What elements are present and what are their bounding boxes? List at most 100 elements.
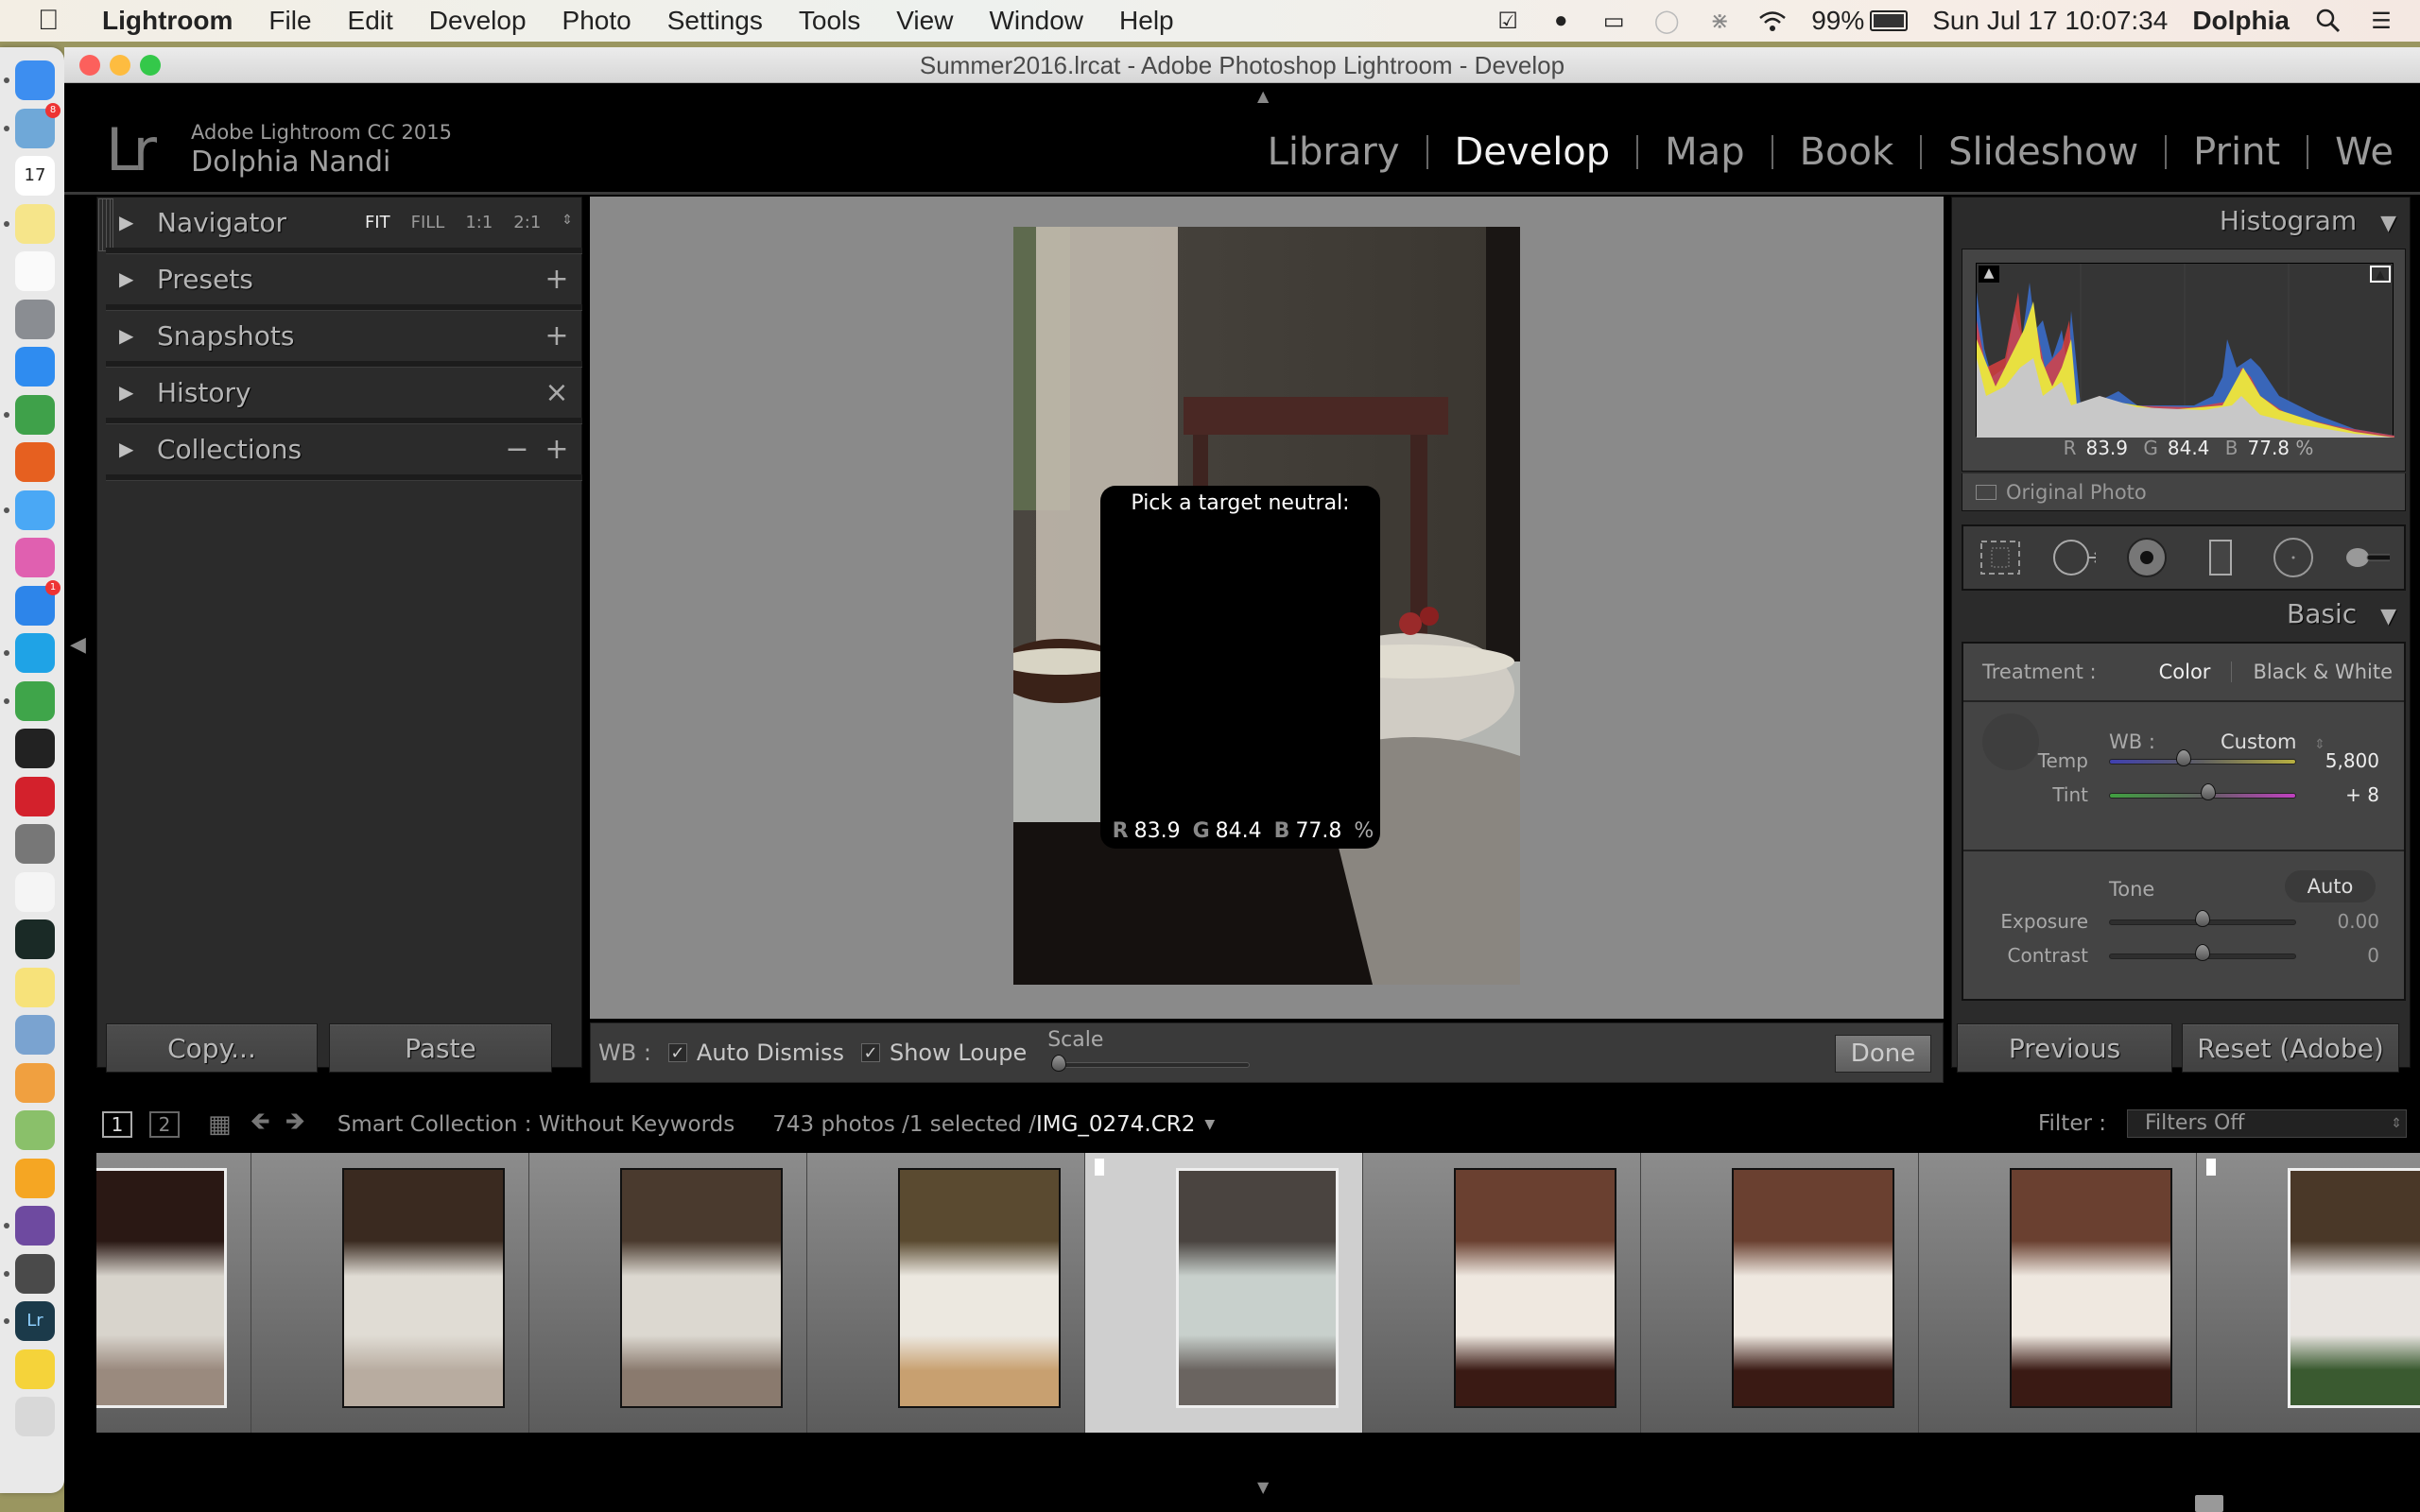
expand-triangle-icon[interactable]: ▶ bbox=[119, 211, 157, 233]
snapshots-panel-header[interactable]: ▶ Snapshots + bbox=[106, 310, 582, 367]
highlight-clipping-icon[interactable]: ▲ bbox=[2370, 266, 2391, 283]
contrast-value[interactable]: 0 bbox=[2367, 944, 2379, 967]
filmstrip-thumbnail[interactable] bbox=[2288, 1168, 2420, 1408]
dock-lightroom-icon[interactable]: Lr bbox=[15, 1301, 55, 1341]
zoom-2-1[interactable]: 2:1 bbox=[513, 213, 541, 232]
dock-finder-icon[interactable] bbox=[15, 60, 55, 100]
temp-slider-thumb[interactable] bbox=[2176, 749, 2192, 766]
temp-slider[interactable] bbox=[2109, 759, 2296, 765]
selected-filename[interactable]: IMG_0274.CR2 bbox=[1036, 1112, 1195, 1137]
menu-tools[interactable]: Tools bbox=[799, 6, 860, 36]
image-view[interactable]: Pick a target neutral: R 83.9 G 84.4 B 77.8… bbox=[590, 197, 1944, 1019]
filmstrip-cell[interactable] bbox=[2197, 1153, 2420, 1433]
dock-activity-monitor-icon[interactable] bbox=[15, 919, 55, 959]
treatment-color-option[interactable]: Color bbox=[2159, 661, 2211, 683]
dock-photos-icon[interactable] bbox=[15, 1062, 55, 1103]
spot-removal-icon[interactable] bbox=[2050, 535, 2097, 580]
scale-thumb[interactable] bbox=[1051, 1055, 1067, 1072]
app-menu[interactable]: Lightroom bbox=[102, 6, 233, 36]
minimize-window-button[interactable] bbox=[110, 55, 130, 76]
top-panel-collapse-icon[interactable]: ▲ bbox=[1257, 87, 1269, 105]
dock-mail-icon[interactable]: 8 bbox=[15, 102, 60, 148]
apple-menu-icon[interactable]:  bbox=[38, 5, 66, 37]
forward-arrow-icon[interactable]: 🡺 bbox=[285, 1104, 305, 1145]
dock-notes-icon[interactable] bbox=[15, 967, 55, 1007]
remove-collection-icon[interactable]: − bbox=[503, 433, 531, 466]
bottom-panel-collapse-icon[interactable]: ▼ bbox=[1257, 1478, 1269, 1496]
menu-file[interactable]: File bbox=[268, 6, 311, 36]
previous-button[interactable]: Previous bbox=[1957, 1023, 2172, 1073]
filmstrip-thumbnail[interactable] bbox=[1176, 1168, 1339, 1408]
graduated-filter-icon[interactable] bbox=[2198, 535, 2243, 580]
red-eye-icon[interactable] bbox=[2124, 535, 2169, 580]
reset-button[interactable]: Reset (Adobe) bbox=[2182, 1023, 2399, 1073]
evernote-icon[interactable]: ● bbox=[1547, 7, 1575, 35]
auto-tone-button[interactable]: Auto bbox=[2285, 870, 2376, 902]
secondary-window-button[interactable]: 2 bbox=[149, 1111, 180, 1138]
treatment-bw-option[interactable]: Black & White bbox=[2253, 661, 2393, 683]
filmstrip-cell[interactable] bbox=[251, 1153, 529, 1433]
menu-edit[interactable]: Edit bbox=[348, 6, 393, 36]
expand-triangle-icon[interactable]: ▶ bbox=[119, 438, 157, 460]
dock-terminal-icon[interactable] bbox=[15, 729, 55, 768]
dock-evernote-icon[interactable] bbox=[15, 680, 55, 721]
navigator-panel-header[interactable]: ▶ Navigator FIT FILL 1:1 2:1 ⇕ bbox=[106, 197, 582, 253]
adjustment-brush-icon[interactable] bbox=[2344, 535, 2391, 580]
wifi-icon[interactable] bbox=[1758, 7, 1787, 35]
filmstrip-cell[interactable] bbox=[807, 1153, 1085, 1433]
menu-help[interactable]: Help bbox=[1119, 6, 1174, 36]
zoom-1-1[interactable]: 1:1 bbox=[465, 213, 493, 232]
clear-history-icon[interactable]: × bbox=[543, 376, 571, 409]
dock-preview-icon[interactable] bbox=[15, 1015, 55, 1055]
filmstrip-thumbnail[interactable] bbox=[1732, 1168, 1894, 1408]
module-slideshow[interactable]: Slideshow bbox=[1922, 130, 2165, 174]
filmstrip-thumbnail[interactable] bbox=[96, 1168, 227, 1408]
back-arrow-icon[interactable]: 🡸 bbox=[251, 1104, 270, 1145]
dock-trash-icon[interactable] bbox=[15, 1397, 55, 1436]
dock-stickies-icon[interactable] bbox=[15, 203, 55, 244]
todo-check-icon[interactable]: ☑ bbox=[1494, 7, 1522, 35]
copy-settings-button[interactable]: Copy... bbox=[106, 1023, 318, 1073]
expand-triangle-icon[interactable]: ▶ bbox=[119, 267, 157, 290]
zoom-fill[interactable]: FILL bbox=[411, 213, 445, 232]
dock-chrome-icon[interactable] bbox=[15, 394, 55, 435]
filmstrip-thumbnail[interactable] bbox=[342, 1168, 505, 1408]
dock-skype-icon[interactable] bbox=[15, 633, 55, 673]
module-develop[interactable]: Develop bbox=[1428, 130, 1637, 174]
presets-panel-header[interactable]: ▶ Presets + bbox=[106, 253, 582, 310]
history-panel-header[interactable]: ▶ History × bbox=[106, 367, 582, 423]
left-panel-collapse-icon[interactable]: ◀ bbox=[70, 633, 86, 657]
zoom-fit[interactable]: FIT bbox=[365, 213, 390, 232]
dock-textedit-icon[interactable] bbox=[15, 871, 55, 912]
filmstrip-source[interactable]: Smart Collection : Without Keywords bbox=[337, 1112, 735, 1137]
exposure-value[interactable]: 0.00 bbox=[2337, 910, 2379, 933]
messages-icon[interactable]: ◯ bbox=[1652, 7, 1681, 35]
filmstrip-cell[interactable] bbox=[1919, 1153, 2197, 1433]
tint-value[interactable]: + 8 bbox=[2345, 783, 2379, 806]
spotlight-search-icon[interactable] bbox=[2314, 7, 2342, 35]
dock-app-store-icon[interactable]: 1 bbox=[15, 579, 60, 626]
bluetooth-icon[interactable]: ⋇ bbox=[1705, 7, 1734, 35]
battery-icon[interactable] bbox=[1870, 10, 1909, 31]
airplay-icon[interactable]: ▭ bbox=[1599, 7, 1628, 35]
dock-launchpad-icon[interactable] bbox=[15, 299, 55, 339]
flag-icon[interactable] bbox=[1095, 1159, 1104, 1176]
filename-dropdown-icon[interactable]: ▼ bbox=[1204, 1117, 1215, 1132]
menu-develop[interactable]: Develop bbox=[429, 6, 527, 36]
flag-icon[interactable] bbox=[2206, 1159, 2216, 1176]
zoom-window-button[interactable] bbox=[140, 55, 161, 76]
dock-safari-icon[interactable] bbox=[15, 347, 55, 387]
auto-dismiss-label[interactable]: Auto Dismiss bbox=[697, 1040, 844, 1066]
exposure-slider-thumb[interactable] bbox=[2195, 910, 2210, 927]
menu-window[interactable]: Window bbox=[989, 6, 1083, 36]
filmstrip-cell[interactable] bbox=[1641, 1153, 1919, 1433]
menu-view[interactable]: View bbox=[896, 6, 953, 36]
module-we[interactable]: We bbox=[2308, 130, 2420, 174]
auto-dismiss-checkbox[interactable]: ✓ bbox=[667, 1043, 687, 1063]
show-loupe-checkbox[interactable]: ✓ bbox=[860, 1043, 880, 1063]
show-loupe-label[interactable]: Show Loupe bbox=[890, 1040, 1027, 1066]
clock[interactable]: Sun Jul 17 10:07:34 bbox=[1932, 6, 2168, 36]
grid-view-icon[interactable]: ▦ bbox=[208, 1110, 232, 1139]
filmstrip-thumbnail[interactable] bbox=[620, 1168, 783, 1408]
basic-panel-header[interactable]: Basic ▼ bbox=[2287, 598, 2396, 629]
